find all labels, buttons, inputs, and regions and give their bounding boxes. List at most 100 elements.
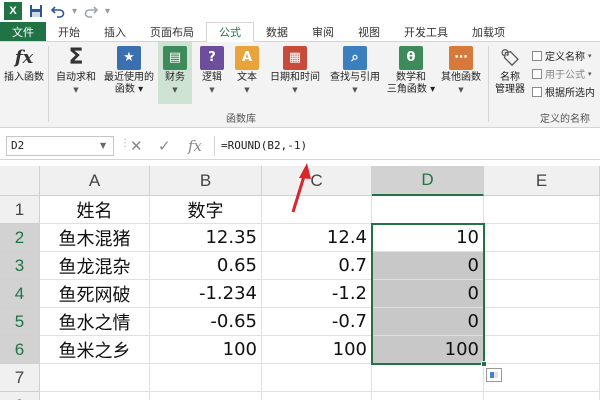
row-header-5[interactable]: 5 [0, 308, 40, 336]
cell-b7[interactable] [150, 364, 262, 392]
financial-button[interactable]: ▤ 财务 ▼ [158, 42, 192, 104]
row-header-4[interactable]: 4 [0, 280, 40, 308]
redo-dropdown-icon[interactable]: ▾ [105, 6, 110, 17]
tab-formulas[interactable]: 公式 [206, 22, 254, 42]
cell-a2[interactable]: 鱼木混猪 [40, 224, 150, 252]
math-trig-button[interactable]: θ 数学和 三角函数 ▾ [386, 42, 436, 96]
cell-c5[interactable]: -0.7 [262, 308, 372, 336]
group-label-defined-names: 定义的名称 [540, 114, 590, 125]
cell-c3[interactable]: 0.7 [262, 252, 372, 280]
cell-c7[interactable] [262, 364, 372, 392]
enter-check-icon[interactable]: ✓ [158, 137, 171, 155]
recently-used-button[interactable]: ★ 最近使用的 函数 ▾ [102, 42, 156, 96]
row-header-7[interactable]: 7 [0, 364, 40, 392]
date-time-button[interactable]: ▦ 日期和时间 ▼ [266, 42, 324, 96]
cell-a4[interactable]: 鱼死网破 [40, 280, 150, 308]
tab-review[interactable]: 审阅 [300, 22, 346, 41]
undo-icon[interactable] [50, 3, 66, 19]
name-box[interactable]: D2 [6, 136, 114, 156]
row-header-8[interactable]: 8 [0, 392, 40, 400]
cell-d4[interactable]: 0 [372, 280, 484, 308]
cell-b6[interactable]: 100 [150, 336, 262, 364]
cell-c2[interactable]: 12.4 [262, 224, 372, 252]
cell-d1[interactable] [372, 196, 484, 224]
cell-c1[interactable] [262, 196, 372, 224]
redo-icon[interactable] [83, 3, 99, 19]
tab-view[interactable]: 视图 [346, 22, 392, 41]
lookup-reference-button[interactable]: ⌕ 查找与引用 ▼ [326, 42, 384, 96]
star-book-icon: ★ [117, 46, 141, 70]
fx-icon: fx [14, 47, 34, 68]
cell-c8[interactable] [262, 392, 372, 400]
tab-addins[interactable]: 加载项 [460, 22, 517, 41]
cell-a3[interactable]: 鱼龙混杂 [40, 252, 150, 280]
column-header-d[interactable]: D [372, 166, 484, 196]
row-header-2[interactable]: 2 [0, 224, 40, 252]
more-functions-button[interactable]: ⋯ 其他函数 ▼ [436, 42, 486, 96]
cell-b3[interactable]: 0.65 [150, 252, 262, 280]
ribbon-formulas: fx 插入函数 Σ 自动求和 ▼ ★ 最近使用的 函数 ▾ ▤ 财务 ▼ ? 逻… [0, 42, 600, 128]
column-header-b[interactable]: B [150, 166, 262, 196]
create-from-selection-icon [532, 86, 542, 97]
cell-d8[interactable] [372, 392, 484, 400]
cell-b1[interactable]: 数字 [150, 196, 262, 224]
cell-d7[interactable] [372, 364, 484, 392]
cell-c6[interactable]: 100 [262, 336, 372, 364]
cell-e8[interactable] [484, 392, 600, 400]
row-header-3[interactable]: 3 [0, 252, 40, 280]
cell-d6[interactable]: 100 [372, 336, 484, 364]
cell-e1[interactable] [484, 196, 600, 224]
logical-button[interactable]: ? 逻辑 ▼ [196, 42, 228, 96]
formula-input[interactable]: =ROUND(B2,-1) [214, 136, 594, 156]
cell-b4[interactable]: -1.234 [150, 280, 262, 308]
cell-b5[interactable]: -0.65 [150, 308, 262, 336]
cell-a6[interactable]: 鱼米之乡 [40, 336, 150, 364]
use-in-formula-button[interactable]: 用于公式 ▾ [532, 66, 592, 81]
quick-analysis-icon[interactable] [486, 368, 502, 382]
resize-handle-icon[interactable]: ⋮ [120, 138, 130, 149]
cell-e6[interactable] [484, 336, 600, 364]
tab-developer[interactable]: 开发工具 [392, 22, 460, 41]
cell-b2[interactable]: 12.35 [150, 224, 262, 252]
row-header-1[interactable]: 1 [0, 196, 40, 224]
text-button[interactable]: A 文本 ▼ [230, 42, 264, 96]
row-header-6[interactable]: 6 [0, 336, 40, 364]
save-icon[interactable] [28, 3, 44, 19]
chevron-down-icon: ▼ [172, 86, 178, 94]
define-name-icon [532, 50, 542, 61]
column-header-c[interactable]: C [262, 166, 372, 196]
cancel-icon[interactable]: ✕ [130, 137, 143, 155]
cell-c4[interactable]: -1.2 [262, 280, 372, 308]
tab-file[interactable]: 文件 [0, 22, 46, 41]
create-from-selection-button[interactable]: 根据所选内 [532, 84, 595, 99]
column-header-e[interactable]: E [484, 166, 600, 196]
insert-function-button[interactable]: fx 插入函数 [2, 42, 46, 84]
autosum-button[interactable]: Σ 自动求和 ▼ [52, 42, 100, 96]
chevron-down-icon: ▼ [352, 86, 358, 94]
cell-d2[interactable]: 10 [372, 224, 484, 252]
tab-page-layout[interactable]: 页面布局 [138, 22, 206, 41]
cell-e3[interactable] [484, 252, 600, 280]
insert-function-icon[interactable]: fx [188, 137, 202, 155]
fill-handle[interactable] [481, 361, 487, 367]
cell-e5[interactable] [484, 308, 600, 336]
chevron-down-icon[interactable]: ▼ [100, 141, 106, 150]
column-header-a[interactable]: A [40, 166, 150, 196]
tab-insert[interactable]: 插入 [92, 22, 138, 41]
cell-d5[interactable]: 0 [372, 308, 484, 336]
cell-a1[interactable]: 姓名 [40, 196, 150, 224]
cell-e2[interactable] [484, 224, 600, 252]
chevron-down-icon: ▼ [209, 86, 215, 94]
cell-e4[interactable] [484, 280, 600, 308]
cell-a5[interactable]: 鱼水之情 [40, 308, 150, 336]
cell-a7[interactable] [40, 364, 150, 392]
undo-dropdown-icon[interactable]: ▾ [72, 6, 77, 17]
cell-b8[interactable] [150, 392, 262, 400]
cell-d3[interactable]: 0 [372, 252, 484, 280]
cell-a8[interactable] [40, 392, 150, 400]
name-manager-button[interactable]: 🏷 名称 管理器 [490, 42, 530, 96]
tab-home[interactable]: 开始 [46, 22, 92, 41]
tab-data[interactable]: 数据 [254, 22, 300, 41]
select-all-corner[interactable] [0, 166, 40, 196]
define-name-button[interactable]: 定义名称 ▾ [532, 48, 592, 63]
